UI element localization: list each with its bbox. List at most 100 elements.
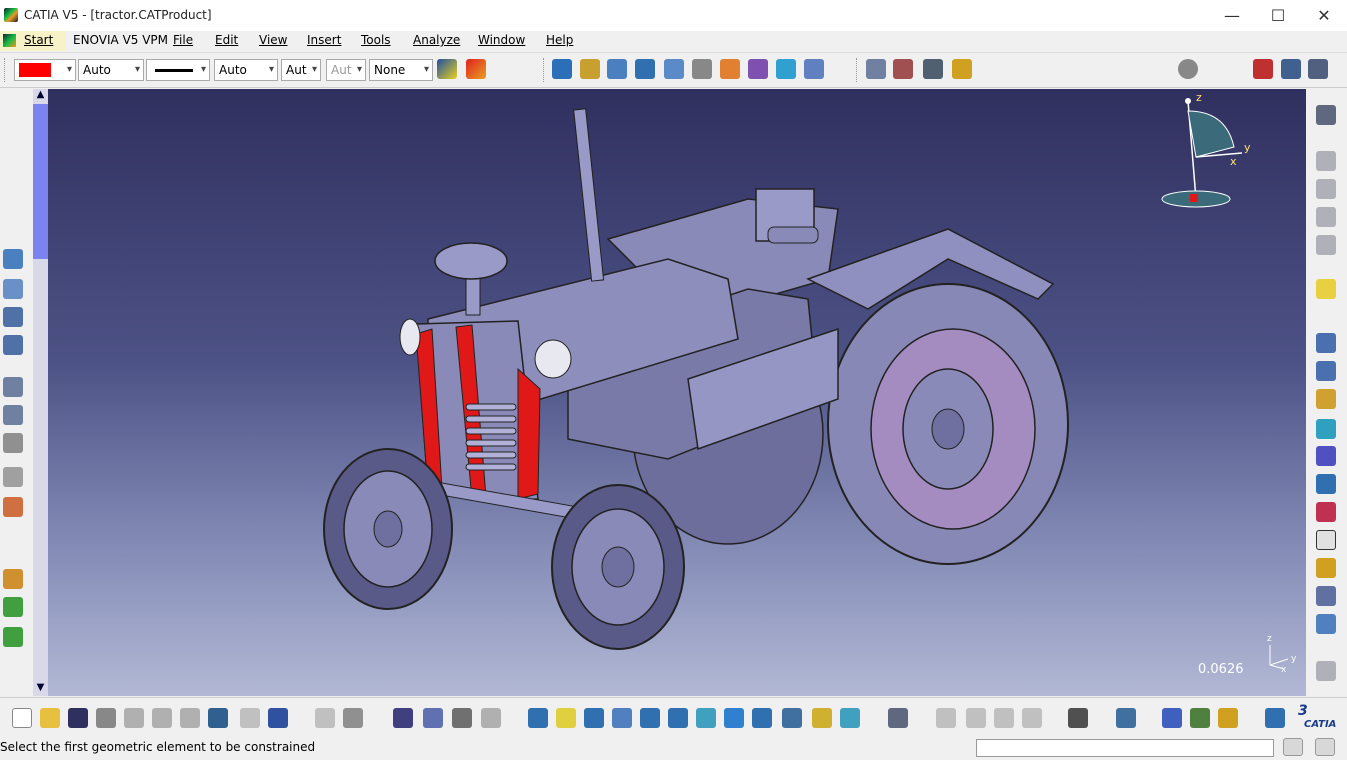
save-icon[interactable] [68, 708, 88, 728]
cancel-command-icon[interactable] [1315, 738, 1335, 756]
menu-insert[interactable]: Insert [307, 33, 341, 47]
rotate-icon[interactable] [612, 708, 632, 728]
menu-analyze[interactable]: Analyze [413, 33, 460, 47]
snap-icon[interactable] [893, 59, 913, 79]
undo-icon[interactable] [208, 708, 228, 728]
painter-icon[interactable] [437, 59, 457, 79]
menu-window[interactable]: Window [478, 33, 525, 47]
arrows-icon[interactable] [966, 708, 986, 728]
comment-icon[interactable] [343, 708, 363, 728]
menu-file[interactable]: File [173, 33, 193, 47]
color-combo[interactable]: ▾ [14, 59, 76, 81]
eraser-icon[interactable] [1265, 708, 1285, 728]
menu-view[interactable]: View [259, 33, 287, 47]
stop-manipulate-on-clash-icon[interactable] [952, 59, 972, 79]
multi-view-icon[interactable] [724, 708, 744, 728]
law-icon[interactable] [481, 708, 501, 728]
linestyle-combo[interactable]: Aut ▾ [281, 59, 321, 81]
product-icon[interactable] [552, 59, 572, 79]
menu-edit[interactable]: Edit [215, 33, 238, 47]
constraint-icon[interactable] [3, 249, 23, 269]
dimension-icon[interactable] [1316, 661, 1336, 681]
angle-icon[interactable] [3, 377, 23, 397]
catalog-browser-icon[interactable] [1253, 59, 1273, 79]
swap-visible-space-icon[interactable] [840, 708, 860, 728]
isometric-view-icon[interactable] [752, 708, 772, 728]
multi-instantiation-icon[interactable] [804, 59, 824, 79]
scrollbar-thumb[interactable] [33, 104, 48, 259]
contact-icon[interactable] [3, 307, 23, 327]
inertia-icon[interactable] [1316, 446, 1336, 466]
weld-icon[interactable] [3, 467, 23, 487]
component-icon[interactable] [1316, 614, 1336, 634]
transparency-combo[interactable]: Auto ▾ [78, 59, 144, 81]
table-icon[interactable] [393, 708, 413, 728]
menu-start[interactable]: Start [0, 31, 66, 51]
move-icon[interactable] [3, 597, 23, 617]
3d-viewport[interactable]: z x y z y x [48, 89, 1306, 696]
bill-of-material-icon[interactable] [1281, 59, 1301, 79]
text-icon[interactable] [1316, 530, 1336, 550]
pointstyle-combo[interactable]: Aut ▾ [326, 59, 366, 81]
measure-inertia-icon[interactable] [1218, 708, 1238, 728]
paintbrush-icon[interactable] [466, 59, 486, 79]
zoom-out-icon[interactable] [668, 708, 688, 728]
tree-icon[interactable] [1316, 558, 1336, 578]
redo-icon[interactable] [240, 708, 260, 728]
help-icon[interactable] [268, 708, 288, 728]
scroll-down-arrow-icon[interactable]: ▼ [33, 682, 48, 696]
formula-icon[interactable] [315, 708, 335, 728]
explode-icon[interactable] [923, 59, 943, 79]
offset-icon[interactable] [3, 335, 23, 355]
close-button[interactable]: ✕ [1301, 0, 1347, 31]
capture-icon[interactable] [1116, 708, 1136, 728]
lock-icon[interactable] [452, 708, 472, 728]
manage-representations-icon[interactable] [748, 59, 768, 79]
copy-icon[interactable] [152, 708, 172, 728]
power-input-toggle-icon[interactable] [1283, 738, 1303, 756]
sketch-icon[interactable] [1316, 179, 1336, 199]
cut-icon[interactable] [124, 708, 144, 728]
clash-icon[interactable] [1316, 333, 1336, 353]
section-icon[interactable] [3, 497, 23, 517]
simulation-icon[interactable] [3, 627, 23, 647]
open-folder-icon[interactable] [40, 708, 60, 728]
menu-help[interactable]: Help [546, 33, 573, 47]
replace-component-icon[interactable] [635, 59, 655, 79]
print-icon[interactable] [96, 708, 116, 728]
toolbar-grip[interactable] [4, 58, 8, 82]
new-file-icon[interactable] [12, 708, 32, 728]
toolbar-grip[interactable] [856, 58, 860, 82]
scenes-icon[interactable] [3, 569, 23, 589]
measure-item-icon[interactable] [1190, 708, 1210, 728]
paste-icon[interactable] [180, 708, 200, 728]
hide-show-icon[interactable] [812, 708, 832, 728]
scroll-up-arrow-icon[interactable]: ▲ [33, 89, 48, 103]
camera-icon[interactable] [1068, 708, 1088, 728]
thickness-combo[interactable]: Auto ▾ [214, 59, 278, 81]
maximize-button[interactable]: ☐ [1255, 0, 1301, 31]
measure-icon[interactable] [1316, 419, 1336, 439]
catalog-icon[interactable] [936, 708, 956, 728]
distance-icon[interactable] [1316, 389, 1336, 409]
pan-icon[interactable] [584, 708, 604, 728]
zoom-in-icon[interactable] [640, 708, 660, 728]
text-annotation-icon[interactable] [3, 405, 23, 425]
fit-all-icon[interactable] [556, 708, 576, 728]
selective-load-icon[interactable] [720, 59, 740, 79]
compass-icon[interactable] [1156, 91, 1256, 211]
menu-enovia[interactable]: ENOVIA V5 VPM [73, 33, 168, 47]
assembly-features-icon[interactable] [1308, 59, 1328, 79]
vertical-scrollbar[interactable]: ▲ ▼ [33, 89, 48, 696]
coincidence-icon[interactable] [3, 279, 23, 299]
command-input[interactable] [976, 739, 1274, 757]
flag-note-icon[interactable] [3, 433, 23, 453]
sketch-icon[interactable] [1316, 151, 1336, 171]
menu-tools[interactable]: Tools [361, 33, 391, 47]
measure-between-icon[interactable] [1162, 708, 1182, 728]
manipulation-icon[interactable] [866, 59, 886, 79]
existing-component-icon[interactable] [607, 59, 627, 79]
minimize-button[interactable]: — [1209, 0, 1255, 31]
normal-view-icon[interactable] [696, 708, 716, 728]
sketch-icon[interactable] [1316, 235, 1336, 255]
